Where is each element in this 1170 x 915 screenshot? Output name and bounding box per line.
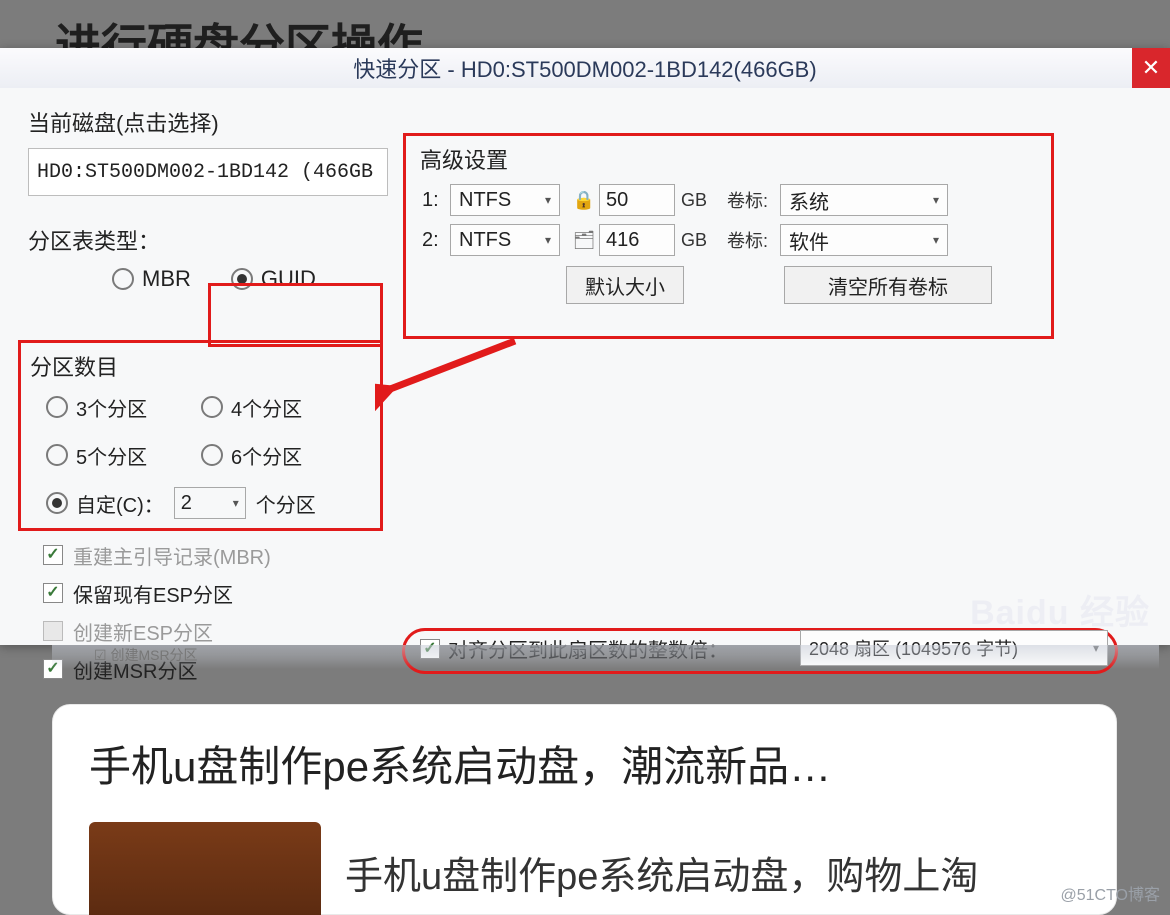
- lock-icon: 🔒: [572, 190, 596, 211]
- page-watermark: @51CTO博客: [1060, 881, 1160, 905]
- chevron-down-icon: ▾: [545, 193, 551, 207]
- unit-label: GB: [681, 190, 707, 211]
- dialog-title: 快速分区 - HD0:ST500DM002-1BD142(466GB): [353, 52, 816, 84]
- radio-4-label: 4个分区: [231, 393, 302, 422]
- chevron-down-icon: ▾: [233, 496, 239, 510]
- unit-label: GB: [681, 230, 707, 251]
- clear-labels-button[interactable]: 清空所有卷标: [784, 266, 992, 304]
- volume-label-select-1[interactable]: 系统▾: [780, 184, 948, 216]
- quick-partition-dialog: 快速分区 - HD0:ST500DM002-1BD142(466GB) ✕ 当前…: [0, 48, 1170, 645]
- ad-thumbnail: [89, 822, 321, 915]
- radio-custom-label: 自定(C)：: [76, 489, 164, 518]
- checkbox-keep-esp-label: 保留现有ESP分区: [73, 579, 233, 608]
- custom-count-suffix: 个分区: [256, 489, 316, 518]
- checkbox-new-esp-label: 创建新ESP分区: [73, 617, 213, 646]
- radio-5-label: 5个分区: [76, 441, 147, 470]
- radio-5-partitions[interactable]: 5个分区: [46, 441, 201, 470]
- highlight-guid-box: [208, 283, 383, 347]
- radio-3-label: 3个分区: [76, 393, 147, 422]
- volume-label-text: 卷标:: [727, 187, 768, 213]
- radio-mbr[interactable]: MBR: [112, 266, 191, 292]
- chevron-down-icon: ▾: [933, 193, 939, 207]
- radio-3-partitions[interactable]: 3个分区: [46, 393, 201, 422]
- current-disk-select[interactable]: HD0:ST500DM002-1BD142 (466GB: [28, 148, 388, 196]
- folder-icon: 🗂: [572, 230, 596, 251]
- default-size-button[interactable]: 默认大小: [566, 266, 684, 304]
- ad-card[interactable]: 手机u盘制作pe系统启动盘，潮流新品… 手机u盘制作pe系统启动盘，购物上淘: [52, 704, 1117, 915]
- partition-row-1: 1: NTFS▾ 🔒 50 GB 卷标: 系统▾: [422, 180, 948, 220]
- baidu-watermark: Baidu 经验: [970, 585, 1150, 634]
- ad-title: 手机u盘制作pe系统启动盘，潮流新品…: [89, 733, 1080, 794]
- faded-background-fragment: ☑ 创建MSR分区: [52, 645, 1159, 669]
- checkbox-keep-esp[interactable]: ✓保留现有ESP分区: [43, 574, 271, 612]
- row-index: 2:: [422, 229, 450, 252]
- filesystem-select-2[interactable]: NTFS▾: [450, 224, 560, 256]
- checkbox-rebuild-mbr-label: 重建主引导记录(MBR): [73, 541, 271, 570]
- size-input-1[interactable]: 50: [599, 184, 675, 216]
- advanced-settings-label: 高级设置: [420, 143, 508, 175]
- checkbox-rebuild-mbr[interactable]: ✓重建主引导记录(MBR): [43, 536, 271, 574]
- row-index: 1:: [422, 189, 450, 212]
- annotation-arrow: [375, 331, 525, 411]
- volume-label-text: 卷标:: [727, 227, 768, 253]
- ad-description: 手机u盘制作pe系统启动盘，购物上淘: [345, 845, 978, 900]
- custom-count-select[interactable]: 2▾: [174, 487, 246, 519]
- close-button[interactable]: ✕: [1132, 48, 1170, 88]
- partition-count-label: 分区数目: [30, 350, 118, 382]
- filesystem-select-1[interactable]: NTFS▾: [450, 184, 560, 216]
- size-input-2[interactable]: 416: [599, 224, 675, 256]
- radio-mbr-label: MBR: [142, 266, 191, 292]
- radio-6-partitions[interactable]: 6个分区: [201, 441, 356, 470]
- radio-custom-partitions[interactable]: 自定(C)：: [46, 489, 164, 518]
- volume-label-select-2[interactable]: 软件▾: [780, 224, 948, 256]
- partition-row-2: 2: NTFS▾ 🗂 416 GB 卷标: 软件▾: [422, 220, 948, 260]
- chevron-down-icon: ▾: [545, 233, 551, 247]
- custom-count-value: 2: [181, 492, 192, 515]
- radio-6-label: 6个分区: [231, 441, 302, 470]
- dialog-titlebar: 快速分区 - HD0:ST500DM002-1BD142(466GB) ✕: [0, 48, 1170, 88]
- radio-4-partitions[interactable]: 4个分区: [201, 393, 356, 422]
- chevron-down-icon: ▾: [933, 233, 939, 247]
